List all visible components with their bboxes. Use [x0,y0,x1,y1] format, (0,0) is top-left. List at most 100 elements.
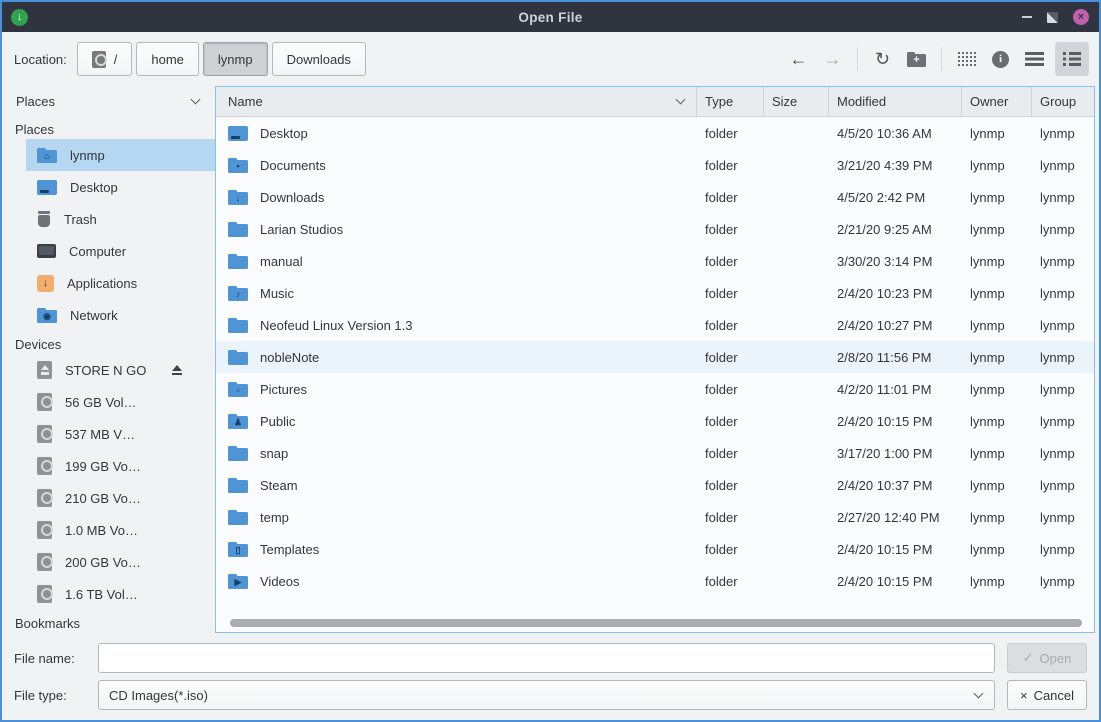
file-owner-cell: lynmp [962,382,1032,397]
volume-icon [37,425,52,443]
column-header-owner[interactable]: Owner [962,87,1032,116]
file-owner-cell: lynmp [962,286,1032,301]
breadcrumb-lynmp[interactable]: lynmp [203,42,268,76]
file-row-snap[interactable]: snapfolder3/17/20 1:00 PMlynmplynmp [216,437,1094,469]
file-name-cell: Steam [216,477,697,493]
file-row-noblenote[interactable]: nobleNotefolder2/8/20 11:56 PMlynmplynmp [216,341,1094,373]
file-row-larian-studios[interactable]: Larian Studiosfolder2/21/20 9:25 AMlynmp… [216,213,1094,245]
close-button[interactable]: × [1073,9,1089,25]
forward-button[interactable]: → [819,46,846,73]
file-name-label: Downloads [260,190,324,205]
file-row-desktop[interactable]: Desktopfolder4/5/20 10:36 AMlynmplynmp [216,117,1094,149]
file-group-cell: lynmp [1032,574,1094,589]
file-modified-cell: 2/4/20 10:15 PM [829,574,962,589]
back-button[interactable]: ← [785,46,812,73]
open-button[interactable]: ✓ Open [1007,643,1087,673]
sidebar-item-trash[interactable]: Trash [26,203,215,235]
location-label: Location: [14,52,67,67]
file-type-cell: folder [697,222,764,237]
column-header-group[interactable]: Group [1032,87,1094,116]
breadcrumb-downloads[interactable]: Downloads [272,42,366,76]
file-name-label: snap [260,446,288,461]
file-row-downloads[interactable]: ↓Downloadsfolder4/5/20 2:42 PMlynmplynmp [216,181,1094,213]
info-button[interactable]: i [987,46,1014,73]
file-row-templates[interactable]: ▯Templatesfolder2/4/20 10:15 PMlynmplynm… [216,533,1094,565]
file-owner-cell: lynmp [962,478,1032,493]
horizontal-scrollbar[interactable] [230,619,1082,627]
sidebar-item-199-gb-vo[interactable]: 199 GB Vo… [26,450,215,482]
sidebar-section-devices: Devices [2,331,215,354]
sidebar-item-1-6-tb-vol[interactable]: 1.6 TB Vol… [26,578,215,610]
window-title: Open File [2,10,1099,25]
sidebar-item-56-gb-vol[interactable]: 56 GB Vol… [26,386,215,418]
folder-glyph: ▶ [228,576,248,589]
sidebar-item-store-n-go[interactable]: STORE N GO [26,354,215,386]
folder-icon: ▶ [228,573,248,589]
breadcrumb-label: Downloads [287,52,351,67]
file-modified-cell: 4/5/20 10:36 AM [829,126,962,141]
back-arrow-icon: ← [790,50,808,68]
sidebar-item-1-0-mb-vo[interactable]: 1.0 MB Vo… [26,514,215,546]
sidebar: Places Places⌂lynmpDesktopTrashComputer↓… [2,86,215,633]
sidebar-item-label: lynmp [70,148,105,163]
file-row-videos[interactable]: ▶Videosfolder2/4/20 10:15 PMlynmplynmp [216,565,1094,597]
file-row-public[interactable]: ♟Publicfolder2/4/20 10:15 PMlynmplynmp [216,405,1094,437]
file-row-neofeud-linux-version-1-3[interactable]: Neofeud Linux Version 1.3folder2/4/20 10… [216,309,1094,341]
column-header-name[interactable]: Name [216,87,697,116]
column-header-size[interactable]: Size [764,87,829,116]
file-name-label: Neofeud Linux Version 1.3 [260,318,413,333]
minimize-button[interactable] [1022,16,1032,18]
file-type-select[interactable]: CD Images(*.iso) [98,680,995,710]
file-name-label: Desktop [260,126,308,141]
icon-view-button[interactable] [953,46,980,73]
column-header-modified[interactable]: Modified [829,87,962,116]
sidebar-item-label: STORE N GO [65,363,146,378]
new-folder-button[interactable]: + [903,46,930,73]
file-name-cell: manual [216,253,697,269]
folder-icon: ♪ [228,285,248,301]
chevron-down-icon [974,688,984,698]
file-owner-cell: lynmp [962,542,1032,557]
places-combo[interactable]: Places [2,86,215,116]
sidebar-item-applications[interactable]: ↓Applications [26,267,215,299]
sidebar-item-computer[interactable]: Computer [26,235,215,267]
sidebar-item-desktop[interactable]: Desktop [26,171,215,203]
sidebar-item-network[interactable]: ◉Network [26,299,215,331]
file-row-pictures[interactable]: ▫Picturesfolder4/2/20 11:01 PMlynmplynmp [216,373,1094,405]
cancel-button[interactable]: × Cancel [1007,680,1087,710]
scrollbar-thumb[interactable] [230,619,1082,627]
file-type-cell: folder [697,446,764,461]
file-row-manual[interactable]: manualfolder3/30/20 3:14 PMlynmplynmp [216,245,1094,277]
toolbar: Location: /homelynmp Downloads ← → ↻ + i [2,32,1099,86]
sidebar-item-210-gb-vo[interactable]: 210 GB Vo… [26,482,215,514]
cross-icon: × [1020,688,1028,703]
sidebar-item-200-gb-vo[interactable]: 200 GB Vo… [26,546,215,578]
column-header-type[interactable]: Type [697,87,764,116]
sidebar-item-537-mb-v[interactable]: 537 MB V… [26,418,215,450]
column-header-label: Owner [970,94,1008,109]
places-combo-label: Places [16,94,55,109]
sidebar-item-lynmp[interactable]: ⌂lynmp [26,139,215,171]
file-row-documents[interactable]: ▪Documentsfolder3/21/20 4:39 PMlynmplynm… [216,149,1094,181]
detail-view-button[interactable] [1055,42,1089,76]
breadcrumb: /homelynmp Downloads [77,42,366,76]
breadcrumb-root[interactable]: / [77,42,133,76]
compact-view-button[interactable] [1021,46,1048,73]
folder-icon [228,253,248,269]
file-owner-cell: lynmp [962,350,1032,365]
file-row-temp[interactable]: tempfolder2/27/20 12:40 PMlynmplynmp [216,501,1094,533]
file-row-music[interactable]: ♪Musicfolder2/4/20 10:23 PMlynmplynmp [216,277,1094,309]
refresh-button[interactable]: ↻ [869,46,896,73]
folder-icon [228,445,248,461]
file-group-cell: lynmp [1032,318,1094,333]
folder-icon [228,221,248,237]
file-type-cell: folder [697,350,764,365]
volume-icon [37,393,52,411]
file-row-steam[interactable]: Steamfolder2/4/20 10:37 PMlynmplynmp [216,469,1094,501]
breadcrumb-home[interactable]: home [136,42,199,76]
file-modified-cell: 3/21/20 4:39 PM [829,158,962,173]
file-name-input[interactable] [98,643,995,673]
maximize-button[interactable] [1047,12,1058,23]
eject-icon[interactable] [171,365,183,375]
file-modified-cell: 3/17/20 1:00 PM [829,446,962,461]
